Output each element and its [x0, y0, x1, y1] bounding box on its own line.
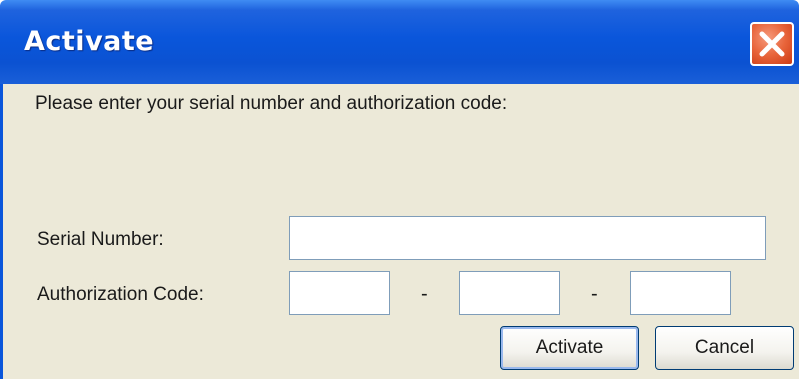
cancel-button[interactable]: Cancel: [655, 326, 794, 370]
authorization-code-part-1-input[interactable]: [289, 271, 390, 315]
authorization-code-label: Authorization Code:: [37, 284, 204, 305]
authorization-separator-1: -: [421, 283, 428, 305]
authorization-separator-2: -: [591, 283, 598, 305]
title-bar[interactable]: Activate: [0, 0, 799, 84]
serial-number-input[interactable]: [289, 216, 766, 260]
authorization-code-part-3-input[interactable]: [630, 271, 731, 315]
activate-dialog: Activate Please enter your serial number…: [0, 0, 799, 379]
authorization-code-part-2-input[interactable]: [459, 271, 560, 315]
serial-number-label: Serial Number:: [37, 229, 164, 250]
activate-button[interactable]: Activate: [500, 326, 639, 370]
instruction-text: Please enter your serial number and auth…: [35, 93, 508, 114]
window-title: Activate: [24, 26, 155, 57]
close-icon: [759, 31, 785, 57]
close-button[interactable]: [750, 22, 794, 66]
